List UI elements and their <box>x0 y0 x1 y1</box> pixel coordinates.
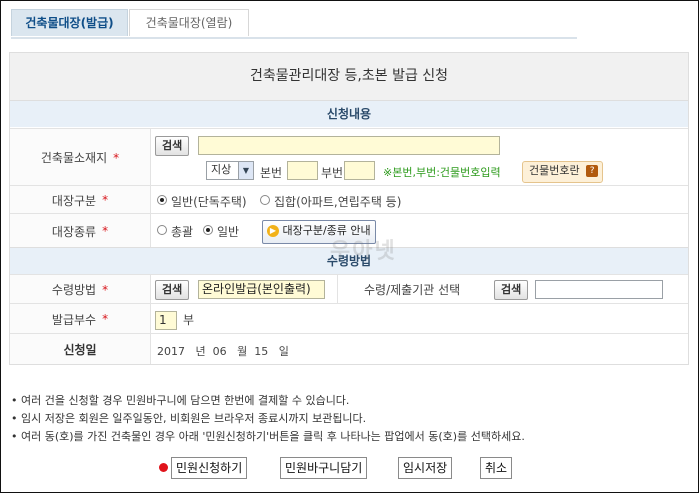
radio-summary-label: 총괄 <box>171 225 194 239</box>
radio-summary[interactable] <box>157 225 167 235</box>
radio-general[interactable] <box>157 195 167 205</box>
date-row: 신청일 2017 년 06 월 15 일 <box>10 333 688 364</box>
note-item: • 여러 건을 신청할 경우 민원바구니에 담으면 한번에 결제할 수 있습니다… <box>11 394 350 407</box>
copies-input[interactable]: 1 <box>155 311 177 330</box>
register-type-label-text: 대장구분 <box>51 193 97 208</box>
red-dot-icon <box>159 463 168 472</box>
bonbeon-label: 본번 <box>260 166 283 180</box>
tab-issue[interactable]: 건축물대장(발급) <box>11 9 128 36</box>
date-year-unit: 년 <box>195 345 206 358</box>
radio-general-label: 일반(단독주택) <box>171 195 247 209</box>
watermark: 우아넷 <box>330 239 397 264</box>
agency-search-button[interactable]: 검색 <box>494 280 529 300</box>
receive-method-search-button[interactable]: 검색 <box>155 280 190 300</box>
radio-normal[interactable] <box>203 225 213 235</box>
register-type-row: 대장구분 * 일반(단독주택) 집합(아파트,연립주택 등) <box>10 185 688 214</box>
radio-normal-label: 일반 <box>217 225 240 239</box>
building-number-hint: ※본번,부번:건물번호입력 <box>383 166 501 179</box>
land-type-select[interactable]: 지상 ▼ <box>206 161 254 180</box>
note-item: • 임시 저장은 회원은 일주일동안, 비회원은 브라우저 종료시까지 보관됩니… <box>11 412 367 425</box>
radio-collective[interactable] <box>260 195 270 205</box>
date-month-unit: 월 <box>237 345 248 358</box>
register-type-label: 대장구분 * <box>10 186 151 214</box>
required-mark: * <box>102 193 109 207</box>
help-icon: ? <box>586 165 599 177</box>
required-mark: * <box>102 312 109 326</box>
register-kind-label-text: 대장종류 <box>51 224 97 239</box>
form-title: 건축물관리대장 등,초본 발급 신청 <box>10 53 688 101</box>
register-kind-label: 대장종류 * <box>10 214 151 248</box>
window-frame: 건축물대장(발급) 건축물대장(열람) 건축물관리대장 등,초본 발급 신청 신… <box>0 0 699 493</box>
divider <box>337 275 338 304</box>
land-type-value: 지상 <box>211 163 232 176</box>
bonbeon-input[interactable] <box>287 161 318 180</box>
tab-bar: 건축물대장(발급) 건축물대장(열람) <box>11 9 577 39</box>
address-search-button[interactable]: 검색 <box>155 136 190 156</box>
required-mark: * <box>102 224 109 238</box>
chevron-down-icon: ▼ <box>238 162 253 179</box>
application-form: 건축물관리대장 등,초본 발급 신청 신청내용 건축물소재지 * 검색 지상 ▼ … <box>9 52 689 365</box>
receive-method-label-text: 수령방법 <box>51 283 97 297</box>
agency-label: 수령/제출기관 선택 <box>364 283 461 297</box>
location-label-text: 건축물소재지 <box>40 151 108 165</box>
copies-label: 발급부수 * <box>10 304 151 334</box>
receive-method-input[interactable]: 온라인발급(본인출력) <box>198 280 325 299</box>
date-day: 15 <box>254 345 269 358</box>
copies-label-text: 발급부수 <box>51 312 97 327</box>
tab-view[interactable]: 건축물대장(열람) <box>129 9 249 36</box>
date-label: 신청일 <box>10 334 151 364</box>
location-label: 건축물소재지 * <box>10 129 151 186</box>
section-request-header: 신청내용 <box>10 101 688 127</box>
building-number-search-button[interactable]: 건물번호란 ? <box>522 161 604 183</box>
apply-button[interactable]: 민원신청하기 <box>171 457 248 479</box>
agency-input[interactable] <box>535 280 663 299</box>
note-item: • 여러 동(호)를 가진 건축물인 경우 아래 '민원신청하기'버튼을 클릭 … <box>11 430 525 443</box>
arrow-right-icon: ▶ <box>267 225 279 237</box>
bubeon-label: 부번 <box>321 166 344 180</box>
required-mark: * <box>113 150 120 165</box>
location-row: 건축물소재지 * 검색 지상 ▼ 본번 부번 ※본번,부번:건물번호입력 건물번호… <box>10 128 688 186</box>
bubeon-input[interactable] <box>344 161 375 180</box>
receive-method-label: 수령방법 * <box>10 275 151 304</box>
add-to-basket-button[interactable]: 민원바구니담기 <box>280 457 368 479</box>
building-number-search-label: 건물번호란 <box>529 164 580 177</box>
application-date: 2017 년 06 월 15 일 <box>157 343 289 359</box>
address-input[interactable] <box>198 136 500 155</box>
receive-method-row: 수령방법 * 검색 온라인발급(본인출력) 수령/제출기관 선택 검색 <box>10 274 688 304</box>
required-mark: * <box>102 282 109 297</box>
copies-unit: 부 <box>183 313 195 327</box>
notes-list: • 여러 건을 신청할 경우 민원바구니에 담으면 한번에 결제할 수 있습니다… <box>11 392 525 446</box>
date-month: 06 <box>212 345 227 358</box>
date-day-unit: 일 <box>278 345 289 358</box>
date-year: 2017 <box>157 345 185 358</box>
cancel-button[interactable]: 취소 <box>480 457 513 479</box>
radio-collective-label: 집합(아파트,연립주택 등) <box>274 195 402 209</box>
temp-save-button[interactable]: 임시저장 <box>398 457 453 479</box>
copies-row: 발급부수 * 1 부 <box>10 303 688 334</box>
